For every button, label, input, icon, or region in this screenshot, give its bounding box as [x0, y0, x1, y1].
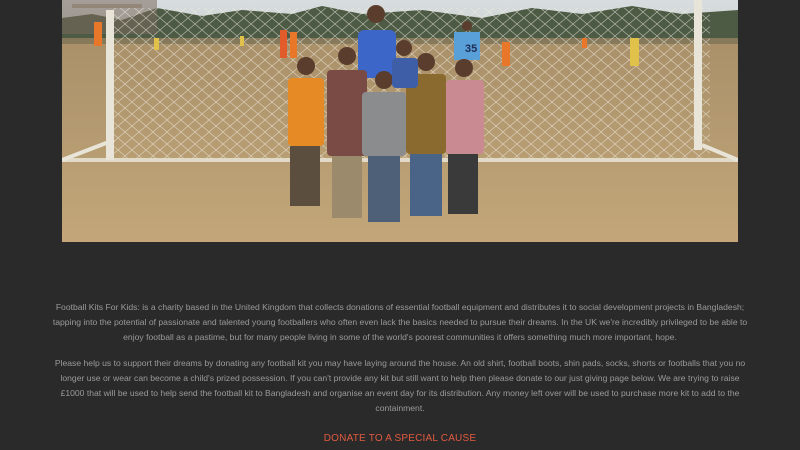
intro-paragraph: Football Kits For Kids: is a charity bas… — [52, 302, 748, 342]
donate-link[interactable]: DONATE TO A SPECIAL CAUSE — [324, 431, 476, 446]
hero-photo: 35 — [62, 0, 738, 242]
main-content: Football Kits For Kids: is a charity bas… — [50, 300, 750, 446]
appeal-paragraph: Please help us to support their dreams b… — [54, 358, 746, 413]
hero-image: 35 — [62, 0, 738, 242]
player-kit-number: 35 — [465, 43, 477, 55]
